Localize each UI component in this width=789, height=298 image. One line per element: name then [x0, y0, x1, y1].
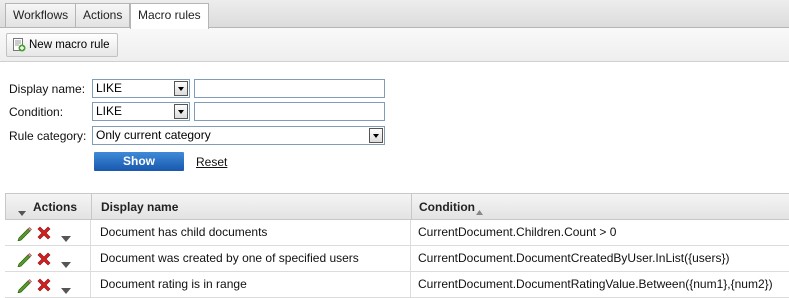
chevron-down-icon	[369, 128, 383, 143]
toolbar: New macro rule	[0, 28, 789, 62]
row-display-name: Document rating is in range	[100, 277, 247, 291]
tab-actions[interactable]: Actions	[75, 3, 131, 27]
delete-icon[interactable]	[36, 251, 52, 270]
table-row: Document has child documents CurrentDocu…	[5, 220, 789, 246]
table-row: Document was created by one of specified…	[5, 246, 789, 272]
condition-operator-value: LIKE	[96, 104, 123, 118]
sort-menu-icon[interactable]	[18, 205, 26, 219]
delete-icon[interactable]	[36, 277, 52, 296]
edit-icon[interactable]	[16, 251, 32, 270]
edit-icon[interactable]	[16, 277, 32, 296]
more-actions-icon[interactable]	[61, 257, 71, 271]
reset-link[interactable]: Reset	[196, 155, 227, 169]
grid-header: Actions Display name Condition	[5, 193, 789, 220]
display-name-label: Display name:	[9, 82, 86, 96]
display-name-input[interactable]	[194, 79, 385, 98]
tab-macro-rules[interactable]: Macro rules	[130, 3, 209, 29]
row-condition: CurrentDocument.DocumentCreatedByUser.In…	[418, 251, 730, 265]
table-row: Document rating is in range CurrentDocum…	[5, 272, 789, 298]
chevron-down-icon	[174, 104, 188, 119]
tab-workflows[interactable]: Workflows	[5, 3, 77, 27]
rule-category-value: Only current category	[96, 128, 211, 142]
sort-ascending-icon	[476, 204, 483, 218]
condition-operator-select[interactable]: LIKE	[92, 102, 190, 121]
new-document-icon	[12, 38, 26, 52]
delete-icon[interactable]	[36, 225, 52, 244]
column-header-actions[interactable]: Actions	[33, 194, 77, 220]
chevron-down-icon	[174, 81, 188, 96]
column-header-display-name[interactable]: Display name	[101, 194, 178, 220]
column-header-condition[interactable]: Condition	[419, 194, 475, 220]
tab-bar: Workflows Actions Macro rules	[0, 0, 789, 29]
row-display-name: Document has child documents	[100, 225, 268, 239]
edit-icon[interactable]	[16, 225, 32, 244]
rule-category-select[interactable]: Only current category	[92, 126, 385, 145]
row-display-name: Document was created by one of specified…	[100, 251, 359, 265]
new-macro-rule-button[interactable]: New macro rule	[6, 33, 118, 57]
row-condition: CurrentDocument.Children.Count > 0	[418, 225, 617, 239]
row-condition: CurrentDocument.DocumentRatingValue.Betw…	[418, 277, 773, 291]
display-name-operator-select[interactable]: LIKE	[92, 79, 190, 98]
condition-input[interactable]	[194, 102, 385, 121]
more-actions-icon[interactable]	[61, 231, 71, 245]
new-macro-rule-label: New macro rule	[29, 39, 110, 51]
show-button[interactable]: Show	[94, 152, 184, 171]
rule-category-label: Rule category:	[9, 129, 87, 143]
display-name-operator-value: LIKE	[96, 81, 123, 95]
more-actions-icon[interactable]	[61, 283, 71, 297]
condition-label: Condition:	[9, 105, 64, 119]
